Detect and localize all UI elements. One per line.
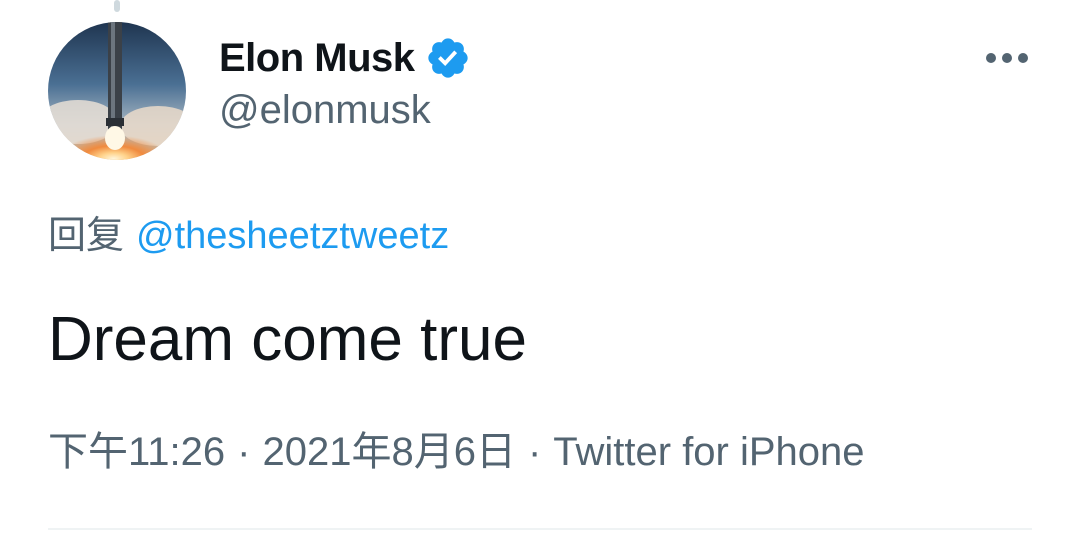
author-name-row[interactable]: Elon Musk <box>219 30 471 86</box>
tweet-text: Dream come true <box>48 305 527 374</box>
thread-connector-line <box>114 0 120 12</box>
tweet-source[interactable]: Twitter for iPhone <box>553 430 864 474</box>
verified-badge-icon <box>425 35 471 81</box>
meta-separator: · <box>527 430 542 474</box>
divider <box>48 528 1032 530</box>
more-options-button[interactable] <box>978 38 1036 78</box>
tweet-time[interactable]: 下午11:26 <box>48 430 225 474</box>
author-display-name[interactable]: Elon Musk <box>219 36 415 81</box>
rocket-launch-avatar-icon <box>48 22 186 160</box>
avatar[interactable] <box>48 22 186 160</box>
reply-mention-link[interactable]: @thesheetztweetz <box>136 215 449 257</box>
tweet-date[interactable]: 2021年8月6日 <box>262 430 515 474</box>
more-horizontal-icon <box>986 53 1028 63</box>
author-handle[interactable]: @elonmusk <box>219 88 431 133</box>
replying-to-line: 回复 @thesheetztweetz <box>48 210 449 262</box>
tweet-meta: 下午11:26 · 2021年8月6日 · Twitter for iPhone <box>48 424 865 480</box>
replying-to-label: 回复 <box>48 215 125 257</box>
meta-separator: · <box>237 430 251 474</box>
